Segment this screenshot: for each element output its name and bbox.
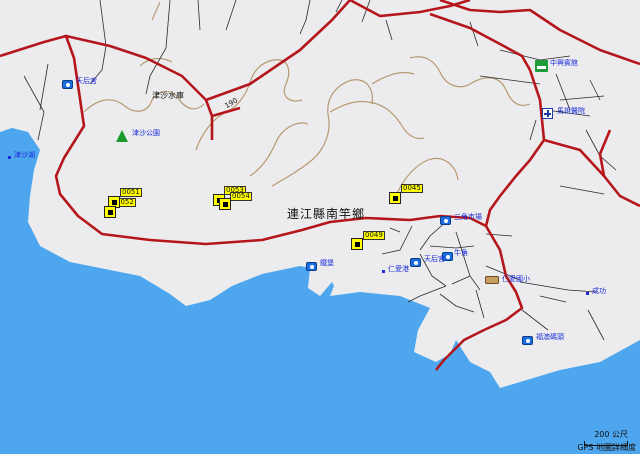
waypoint-label: 0045 — [401, 184, 423, 193]
temple-camera-icon[interactable] — [410, 258, 421, 267]
poi-dot-icon[interactable] — [8, 156, 11, 159]
poi-label: 鐵堡 — [320, 259, 334, 267]
poi-label: 成功 — [592, 287, 606, 295]
waypoint-label: 0051 — [120, 188, 142, 197]
poi-label: 牛角 — [454, 249, 468, 257]
dock-camera-icon[interactable] — [522, 336, 533, 345]
scale-label: 200 公尺 — [594, 430, 628, 439]
bus-stop-icon[interactable] — [485, 276, 499, 284]
reservoir-label: 津沙水庫 — [152, 91, 184, 100]
waypoint-label: 0049 — [363, 231, 385, 240]
poi-label: 津沙公園 — [132, 129, 160, 137]
poi-label: 天后宮 — [76, 77, 97, 85]
poi-label: 津沙湖 — [14, 151, 35, 159]
poi-label: 仁愛港 — [388, 265, 409, 273]
waypoint-label: 0054 — [230, 192, 252, 201]
market-camera-icon[interactable] — [440, 216, 451, 225]
hotel-bed-icon[interactable] — [535, 60, 548, 72]
waypoint-marker[interactable] — [219, 198, 231, 210]
map-canvas[interactable]: 連江縣南竿鄉 津沙水庫 190 0051 0052 0053 0054 0045… — [0, 0, 640, 454]
tree-icon[interactable] — [116, 130, 128, 142]
waypoint-marker[interactable] — [104, 206, 116, 218]
region-label: 連江縣南竿鄉 — [287, 207, 366, 221]
poi-label: 福澳碼頭 — [536, 333, 564, 341]
waypoint-marker[interactable] — [389, 192, 401, 204]
poi-label: 天后宮 — [424, 255, 445, 263]
temple-camera-icon[interactable] — [62, 80, 73, 89]
poi-label: 馬祖醫院 — [557, 107, 585, 115]
poi-label: 三角市場 — [454, 213, 482, 221]
waypoint-marker[interactable] — [351, 238, 363, 250]
cultural-camera-icon[interactable] — [306, 262, 317, 271]
poi-dot-icon[interactable] — [382, 270, 385, 273]
poi-dot-icon[interactable] — [586, 292, 589, 295]
poi-label: 仁愛國小 — [502, 275, 530, 283]
contour-lines — [83, 1, 531, 197]
poi-label: 中興賓館 — [550, 59, 578, 67]
map-credit: GPS 地圖詳細度 — [577, 443, 636, 452]
hospital-cross-icon[interactable] — [542, 108, 553, 119]
